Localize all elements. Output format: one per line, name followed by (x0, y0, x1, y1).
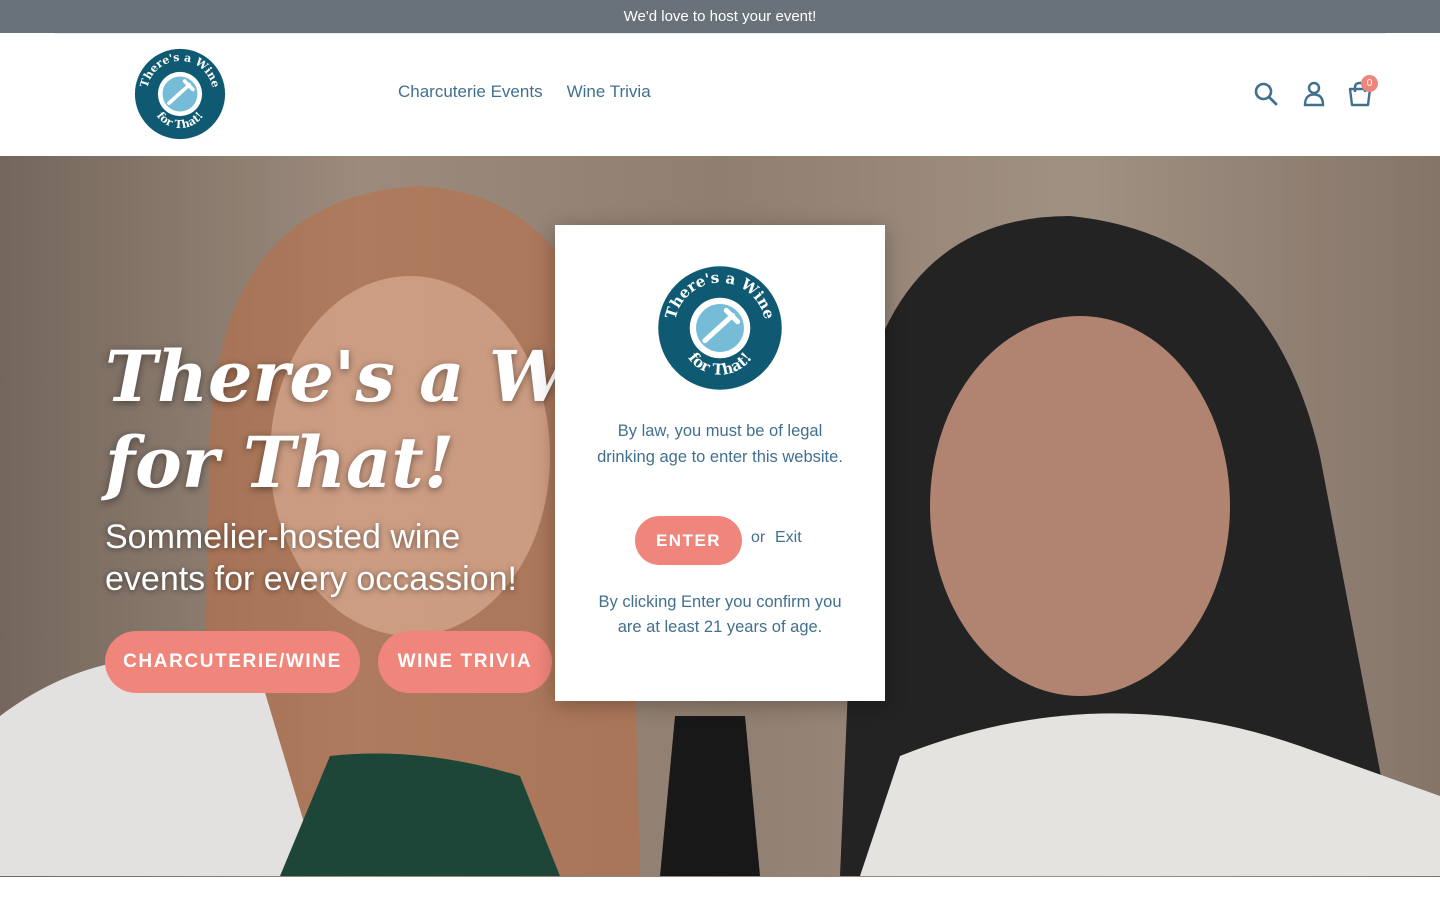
wine-trivia-button[interactable]: WINE TRIVIA (378, 631, 552, 693)
hero-subtitle: Sommelier-hosted wine events for every o… (105, 518, 517, 598)
charcuterie-wine-button[interactable]: CHARCUTERIE/WINE (105, 631, 360, 693)
age-gate-actions: ENTER or Exit (635, 516, 810, 565)
announcement-bar[interactable]: We'd love to host your event! (0, 0, 1440, 33)
age-gate-message: By law, you must be of legal drinking ag… (597, 422, 843, 466)
user-icon[interactable] (1300, 80, 1328, 108)
search-icon[interactable] (1252, 80, 1280, 108)
logo-badge-icon: There's a Wine for That! (134, 48, 226, 140)
announcement-text: We'd love to host your event! (623, 8, 817, 25)
age-confirmation-text: By clicking Enter you confirm you are at… (598, 593, 842, 636)
logo-badge-icon: There's a Wine for That! (658, 266, 782, 390)
modal-logo: There's a Wine for That! (657, 265, 783, 391)
exit-link[interactable]: Exit (775, 529, 802, 547)
page-bottom-strip (0, 877, 1440, 900)
header-divider (55, 33, 1385, 34)
cart-count-badge: 0 (1361, 75, 1378, 92)
main-nav: Charcuterie Events Wine Trivia (398, 82, 651, 102)
or-text: or (751, 529, 766, 546)
site-header: There's a Wine for That! Charcuterie Eve… (0, 33, 1440, 156)
nav-charcuterie-events[interactable]: Charcuterie Events (398, 82, 543, 102)
nav-wine-trivia[interactable]: Wine Trivia (567, 82, 651, 102)
age-verification-modal: There's a Wine for That! By law, you mus… (555, 225, 885, 701)
hero-title-line2: for That! (105, 421, 455, 504)
site-logo[interactable]: There's a Wine for That! (134, 48, 226, 140)
enter-button[interactable]: ENTER (635, 516, 742, 565)
